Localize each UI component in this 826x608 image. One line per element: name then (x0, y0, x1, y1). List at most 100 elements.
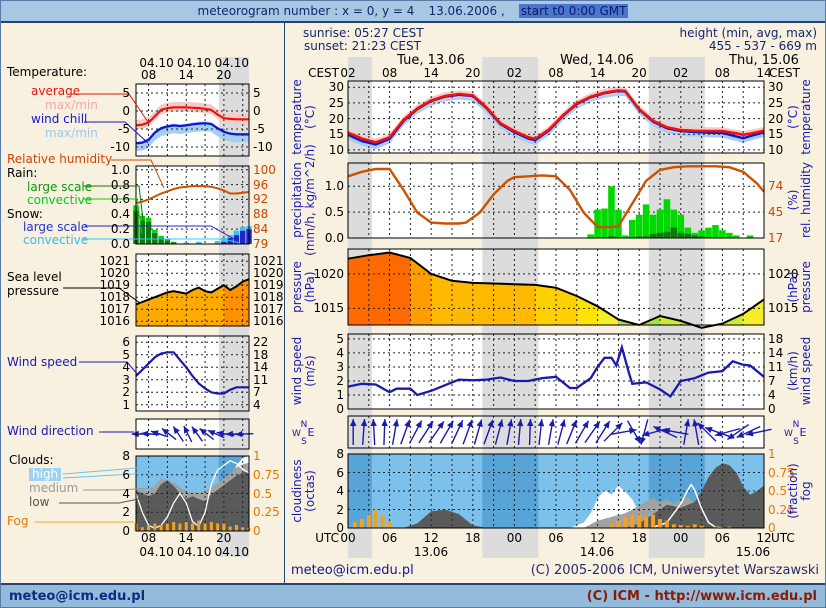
utc-tick: 12 (419, 532, 443, 544)
legend-top-hour: 14 (174, 69, 198, 81)
title-start-time-selected[interactable]: start t0 0:00 GMT (519, 4, 629, 18)
utc-tick: 00 (669, 532, 693, 544)
legend-axis-tick: 22 (253, 336, 287, 348)
footer-copyright: (C) 2005-2006 ICM, Uniwersytet Warszawsk… (531, 563, 819, 578)
legend-axis-tick: 0 (96, 525, 130, 537)
legend-label-snow_convective: convective (23, 234, 88, 247)
legend-label-max_min2: max/min (45, 127, 98, 140)
legend-axis-tick: 2 (96, 386, 130, 398)
legend-axis-tick: 0 (253, 525, 287, 537)
title-text: meteorogram number : x = 0, y = 4 (198, 4, 415, 18)
legend-axis-tick: 6 (96, 336, 130, 348)
legend-axis-tick: 1016 (96, 315, 130, 327)
legend-axis-tick: 84 (253, 223, 287, 235)
bottom-bar-email-link[interactable]: meteo@icm.edu.pl (9, 589, 145, 604)
legend-axis-tick: 92 (253, 193, 287, 205)
bottom-bar-icm-link[interactable]: (C) ICM - http://www.icm.edu.pl (587, 589, 817, 604)
cest-tick: 08 (378, 67, 402, 79)
legend-axis-tick: 0 (253, 105, 287, 117)
legend-axis-tick: 5 (96, 87, 130, 99)
cest-tick: 02 (669, 67, 693, 79)
legend-axis-tick: 0.5 (253, 488, 287, 500)
legend-axis-tick: 8 (96, 450, 130, 462)
legend-axis-tick: 14 (253, 361, 287, 373)
pressure-axis-label-right: (hPa)pressure (787, 261, 813, 313)
cest-tick: 02 (502, 67, 526, 79)
axis-tick: 0 (308, 522, 344, 534)
bottom-bar: meteo@icm.edu.pl (C) ICM - http://www.ic… (1, 583, 825, 608)
legend-axis-tick: 3 (96, 374, 130, 386)
legend-axis-tick: 0.0 (96, 238, 130, 250)
legend-label-fog: Fog (7, 515, 28, 528)
legend-bottom-date: 04.10 (137, 546, 177, 558)
legend-bottom-hour: 08 (137, 532, 161, 544)
legend-axis-tick: 6 (96, 469, 130, 481)
legend-axis-tick: -10 (96, 141, 130, 153)
legend-axis-tick: -10 (253, 141, 287, 153)
utc-tick: 18 (627, 532, 651, 544)
legend-label-sea_level_1: Sea level (7, 271, 62, 284)
cest-tick: 20 (627, 67, 651, 79)
legend-label-wind_direction: Wind direction (7, 425, 94, 438)
cest-label-left: CEST (297, 67, 339, 79)
cest-tick: 14 (586, 67, 610, 79)
legend-label-rain_convective: convective (27, 194, 92, 207)
legend-label-wind_speed: Wind speed (7, 356, 77, 369)
legend-label-wind_chill: wind chill (31, 113, 87, 126)
cest-tick: 20 (461, 67, 485, 79)
legend-axis-tick: 100 (253, 164, 287, 176)
legend-top-hour: 08 (137, 69, 161, 81)
bottom-date: 14.06 (567, 546, 627, 558)
bottom-date: 15.06 (723, 546, 783, 558)
legend-axis-tick: -5 (253, 123, 287, 135)
height-label: height (min, avg, max) (679, 26, 817, 40)
utc-tick: 12 (586, 532, 610, 544)
axis-tick: 1 (768, 448, 808, 460)
legend-axis-tick: 5 (96, 349, 130, 361)
legend-axis-tick: 0.75 (253, 469, 287, 481)
legend-axis-tick: -5 (96, 123, 130, 135)
legend-axis-tick: 7 (253, 386, 287, 398)
legend-axis-tick: 4 (96, 361, 130, 373)
legend-label-average: average (31, 85, 80, 98)
cest-tick: 14 (752, 67, 776, 79)
title-bar: meteorogram number : x = 0, y = 4 13.06.… (1, 1, 825, 23)
compass-right-s: S (792, 436, 800, 448)
legend-axis-tick: 1.0 (96, 164, 130, 176)
axis-tick: 0 (768, 522, 808, 534)
legend-axis-tick: 1 (96, 399, 130, 411)
compass-right-w: W (784, 428, 792, 440)
compass-left-s: S (300, 436, 308, 448)
cest-tick: 08 (544, 67, 568, 79)
title-date: 13.06.2006 , (428, 4, 504, 18)
meteogram-page: meteorogram number : x = 0, y = 4 13.06.… (0, 0, 826, 608)
legend-axis-tick: 4 (96, 488, 130, 500)
utc-tick: 06 (378, 532, 402, 544)
legend-axis-tick: 0 (96, 105, 130, 117)
legend-axis-tick: 18 (253, 349, 287, 361)
pressure-axis-label: pressure(hPa) (291, 261, 317, 313)
legend-label-rain_header: Rain: (7, 167, 37, 180)
legend-label-clouds_medium: medium (29, 482, 78, 495)
cest-tick: 08 (710, 67, 734, 79)
legend-axis-tick: 0.4 (96, 208, 130, 220)
utc-tick: 00 (502, 532, 526, 544)
legend-label-sea_level_2: pressure (7, 285, 59, 298)
legend-bottom-hour: 20 (212, 532, 236, 544)
cloudiness-axis-label: cloudiness(octas) (291, 459, 317, 522)
axis-tick: 8 (308, 448, 344, 460)
legend-bottom-date: 04.10 (212, 546, 252, 558)
legend-bottom-date: 04.10 (174, 546, 214, 558)
legend-axis-tick: 2 (96, 506, 130, 518)
legend-axis-tick: 0.8 (96, 179, 130, 191)
legend-label-clouds_header: Clouds: (9, 454, 54, 467)
bottom-date: 13.06 (401, 546, 461, 558)
cest-tick: 02 (336, 67, 360, 79)
legend-axis-tick: 4 (253, 399, 287, 411)
humidity-axis-label-right: (%)rel. humidity (787, 162, 813, 238)
legend-label-temperature_header: Temperature: (7, 66, 87, 79)
legend-axis-tick: 0.25 (253, 506, 287, 518)
footer-email[interactable]: meteo@icm.edu.pl (291, 563, 414, 578)
legend-axis-tick: 5 (253, 87, 287, 99)
legend-axis-tick: 79 (253, 238, 287, 250)
